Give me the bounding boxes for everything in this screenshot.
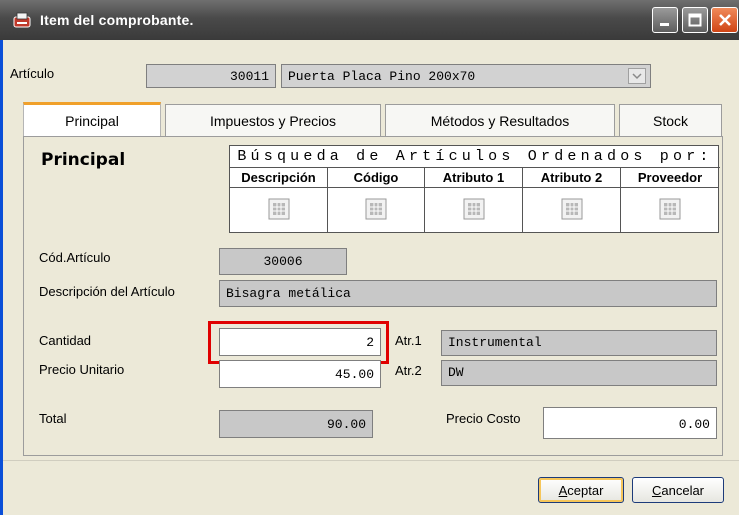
articulo-label: Artículo xyxy=(10,66,55,81)
search-order-box: Búsqueda de Artículos Ordenados por: Des… xyxy=(229,145,720,233)
tab-label: Principal xyxy=(65,112,119,129)
column-header: Atributo 2 xyxy=(523,168,620,188)
precio-costo-input[interactable]: 0.00 xyxy=(543,407,717,439)
articulo-select[interactable]: Puerta Placa Pino 200x70 xyxy=(281,64,651,88)
tab-stock[interactable]: Stock xyxy=(619,104,722,136)
tab-principal[interactable]: Principal xyxy=(23,102,161,136)
articulo-code-field: 30011 xyxy=(146,64,276,88)
divider xyxy=(3,460,739,461)
cantidad-label: Cantidad xyxy=(39,333,92,348)
title-bar[interactable]: Item del comprobante. xyxy=(0,0,739,40)
cancelar-button[interactable]: Cancelar xyxy=(632,477,724,503)
highlight-box xyxy=(208,321,389,364)
minimize-icon xyxy=(660,23,669,26)
close-button[interactable] xyxy=(711,7,738,33)
grid-icon[interactable] xyxy=(561,198,583,220)
window-title: Item del comprobante. xyxy=(40,12,194,28)
total-label: Total xyxy=(39,411,67,426)
maximize-icon xyxy=(688,13,702,27)
atr1-field: Instrumental xyxy=(441,330,717,356)
tab-label: Impuestos y Precios xyxy=(209,112,337,129)
atr1-label: Atr.1 xyxy=(395,333,422,348)
cancel-label: ancelar xyxy=(661,482,705,498)
app-icon xyxy=(13,12,31,28)
dialog-window: Item del comprobante. Artículo 30011 Pue… xyxy=(0,0,739,515)
precio-costo-label: Precio Costo xyxy=(446,411,521,426)
grid-icon[interactable] xyxy=(365,198,387,220)
grid-icon[interactable] xyxy=(659,198,681,220)
chevron-down-icon[interactable] xyxy=(628,68,646,84)
cod-articulo-field: 30006 xyxy=(219,248,347,275)
tab-label: Stock xyxy=(652,112,688,129)
precio-unitario-input[interactable]: 45.00 xyxy=(219,360,381,388)
cancel-mnemonic: C xyxy=(651,482,662,498)
close-icon xyxy=(718,14,731,26)
accept-label: ceptar xyxy=(567,482,604,498)
panel-title: Principal xyxy=(41,150,126,170)
maximize-button[interactable] xyxy=(682,7,708,33)
tab-impuestos-precios[interactable]: Impuestos y Precios xyxy=(165,104,381,136)
total-field: 90.00 xyxy=(219,410,373,438)
column-header: Proveedor xyxy=(621,168,719,188)
accept-mnemonic: A xyxy=(558,482,568,498)
descripcion-field: Bisagra metálica xyxy=(219,280,717,307)
aceptar-button[interactable]: Aceptar xyxy=(538,477,624,503)
articulo-description: Puerta Placa Pino 200x70 xyxy=(288,69,476,84)
descripcion-label: Descripción del Artículo xyxy=(39,284,175,299)
column-header: Código xyxy=(328,168,424,188)
tab-strip: Principal Impuestos y Precios Métodos y … xyxy=(23,102,723,136)
precio-unitario-label: Precio Unitario xyxy=(39,362,125,377)
search-column-codigo: Código xyxy=(328,168,425,232)
search-column-proveedor: Proveedor xyxy=(621,168,719,232)
atr2-field: DW xyxy=(441,360,717,386)
search-column-atributo2: Atributo 2 xyxy=(523,168,621,232)
search-title: Búsqueda de Artículos Ordenados por: xyxy=(230,146,720,168)
column-header: Atributo 1 xyxy=(425,168,522,188)
search-column-atributo1: Atributo 1 xyxy=(425,168,523,232)
grid-icon[interactable] xyxy=(268,198,290,220)
cod-articulo-label: Cód.Artículo xyxy=(39,250,111,265)
tab-label: Métodos y Resultados xyxy=(430,112,570,129)
minimize-button[interactable] xyxy=(652,7,678,33)
tab-metodos-resultados[interactable]: Métodos y Resultados xyxy=(385,104,615,136)
search-column-descripcion: Descripción xyxy=(230,168,328,232)
column-header: Descripción xyxy=(230,168,327,188)
grid-icon[interactable] xyxy=(463,198,485,220)
atr2-label: Atr.2 xyxy=(395,363,422,378)
